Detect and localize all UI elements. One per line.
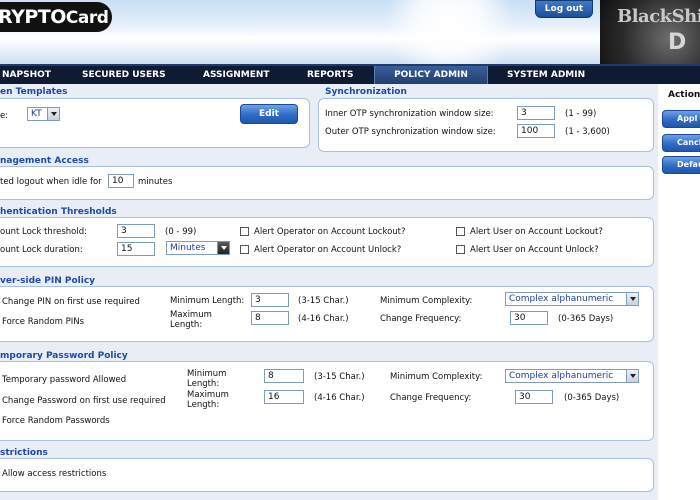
cancel-button[interactable]: Cancl [662, 134, 700, 152]
temp-complexity-label: Minimum Complexity: [390, 372, 483, 382]
apply-button[interactable]: Appl [662, 110, 700, 128]
alert-operator-lockout-label: Alert Operator on Account Lockout? [254, 227, 406, 237]
logout-button[interactable]: Log out [535, 0, 593, 18]
tab-system-admin[interactable]: SYSTEM ADMIN [507, 66, 585, 84]
temp-min-length-range: (3-15 Char.) [314, 372, 365, 382]
pin-min-length-input[interactable]: 3 [251, 293, 289, 307]
synchronization-panel [318, 98, 654, 152]
pin-max-length-label: Maximum Length: [170, 310, 212, 330]
brand-text: BlackShi [617, 6, 700, 27]
inner-otp-input[interactable]: 3 [517, 106, 555, 120]
idle-logout-unit: minutes [138, 177, 173, 187]
token-templates-title: en Templates [0, 87, 68, 97]
restrictions-title: strictions [0, 448, 48, 458]
logo-right-text: Card [65, 8, 109, 28]
temp-complexity-select[interactable]: Complex alphanumeric [505, 369, 639, 383]
pin-max-length-input[interactable]: 8 [251, 311, 289, 325]
actions-panel: Action Appl Cancl Defau [658, 84, 700, 500]
chevron-down-icon [626, 293, 638, 305]
lock-duration-input[interactable]: 15 [117, 242, 155, 256]
temp-max-length-label: Maximum Length: [187, 390, 229, 410]
idle-logout-input[interactable]: 10 [108, 174, 134, 188]
pin-min-length-range: (3-15 Char.) [298, 296, 349, 306]
header: RYPTOCard Log out BlackShi D [0, 0, 700, 64]
temp-frequency-range: (0-365 Days) [564, 393, 620, 403]
alert-user-unlock-checkbox[interactable] [456, 245, 465, 254]
edit-button[interactable]: Edit [240, 104, 298, 124]
alert-user-lockout-label: Alert User on Account Lockout? [470, 227, 603, 237]
temp-max-length-input[interactable]: 16 [264, 390, 304, 404]
temp-max-length-range: (4-16 Char.) [314, 393, 365, 403]
pin-complexity-select[interactable]: Complex alphanumeric [505, 292, 639, 306]
temp-password-title: mporary Password Policy [0, 351, 128, 361]
pin-complexity-value: Complex alphanumeric [509, 294, 614, 304]
alert-user-lockout-checkbox[interactable] [456, 227, 465, 236]
idle-logout-label: ted logout when idle for [0, 177, 102, 187]
management-access-title: nagement Access [0, 156, 89, 166]
token-type-value: KT [31, 109, 42, 119]
temp-min-length-label: Minimum Length: [187, 369, 227, 389]
outer-otp-input[interactable]: 100 [517, 124, 555, 138]
pin-force-random-label: Force Random PINs [2, 317, 85, 327]
temp-allowed-label: Temporary password Allowed [2, 375, 127, 385]
lock-threshold-label: ount Lock threshold: [0, 227, 87, 237]
chevron-down-icon [47, 108, 59, 120]
lock-duration-unit-value: Minutes [170, 243, 206, 253]
temp-complexity-value: Complex alphanumeric [509, 371, 614, 381]
blackshield-brand: BlackShi D [600, 0, 700, 64]
pin-max-length-range: (4-16 Char.) [298, 314, 349, 324]
inner-otp-label: Inner OTP synchronization window size: [325, 109, 494, 119]
temp-frequency-input[interactable]: 30 [515, 390, 553, 404]
token-type-select[interactable]: KT [27, 107, 60, 121]
logo-left-text: RYPTO [0, 6, 66, 28]
main-nav: NAPSHOT SECURED USERS ASSIGNMENT REPORTS… [0, 64, 700, 84]
tab-assignment[interactable]: ASSIGNMENT [203, 66, 270, 84]
allow-restrictions-label: Allow access restrictions [2, 469, 107, 479]
brand-sub: D [668, 30, 687, 55]
outer-otp-label: Outer OTP synchronization window size: [325, 127, 496, 137]
pin-min-length-label: Minimum Length: [170, 296, 245, 306]
tab-reports[interactable]: REPORTS [307, 66, 353, 84]
tab-policy-admin[interactable]: POLICY ADMIN [374, 66, 488, 84]
defaults-button[interactable]: Defau [662, 156, 700, 174]
header-glow [380, 0, 520, 64]
lock-duration-label: ount Lock duration: [0, 245, 83, 255]
pin-frequency-input[interactable]: 30 [510, 311, 548, 325]
temp-force-random-label: Force Random Passwords [2, 416, 110, 426]
lock-duration-unit-select[interactable]: Minutes [166, 241, 230, 255]
pin-frequency-range: (0-365 Days) [558, 314, 614, 324]
pin-frequency-label: Change Frequency: [380, 314, 462, 324]
inner-otp-range: (1 - 99) [565, 109, 597, 119]
pin-complexity-label: Minimum Complexity: [380, 296, 473, 306]
tab-secured-users[interactable]: SECURED USERS [82, 66, 166, 84]
outer-otp-range: (1 - 3,600) [565, 127, 610, 137]
pin-change-first-label: Change PIN on first use required [2, 297, 140, 307]
lock-threshold-input[interactable]: 3 [117, 224, 155, 238]
alert-user-unlock-label: Alert User on Account Unlock? [470, 245, 599, 255]
auth-thresholds-title: hentication Thresholds [0, 207, 117, 217]
pin-policy-title: ver-side PIN Policy [0, 276, 96, 286]
temp-frequency-label: Change Frequency: [390, 393, 472, 403]
token-type-label: e: [0, 111, 9, 121]
chevron-down-icon [626, 370, 638, 382]
tab-snapshot[interactable]: NAPSHOT [0, 66, 51, 84]
lock-threshold-range: (0 - 99) [165, 227, 197, 237]
alert-operator-lockout-checkbox[interactable] [240, 227, 249, 236]
actions-title: Action [668, 90, 700, 100]
synchronization-title: Synchronization [325, 87, 407, 97]
chevron-down-icon [217, 242, 229, 254]
temp-change-first-label: Change Password on first use required [2, 396, 166, 406]
cryptocard-logo: RYPTOCard [0, 2, 112, 32]
alert-operator-unlock-label: Alert Operator on Account Unlock? [254, 245, 402, 255]
auth-thresholds-panel [0, 217, 654, 267]
temp-min-length-input[interactable]: 8 [264, 369, 304, 383]
alert-operator-unlock-checkbox[interactable] [240, 245, 249, 254]
